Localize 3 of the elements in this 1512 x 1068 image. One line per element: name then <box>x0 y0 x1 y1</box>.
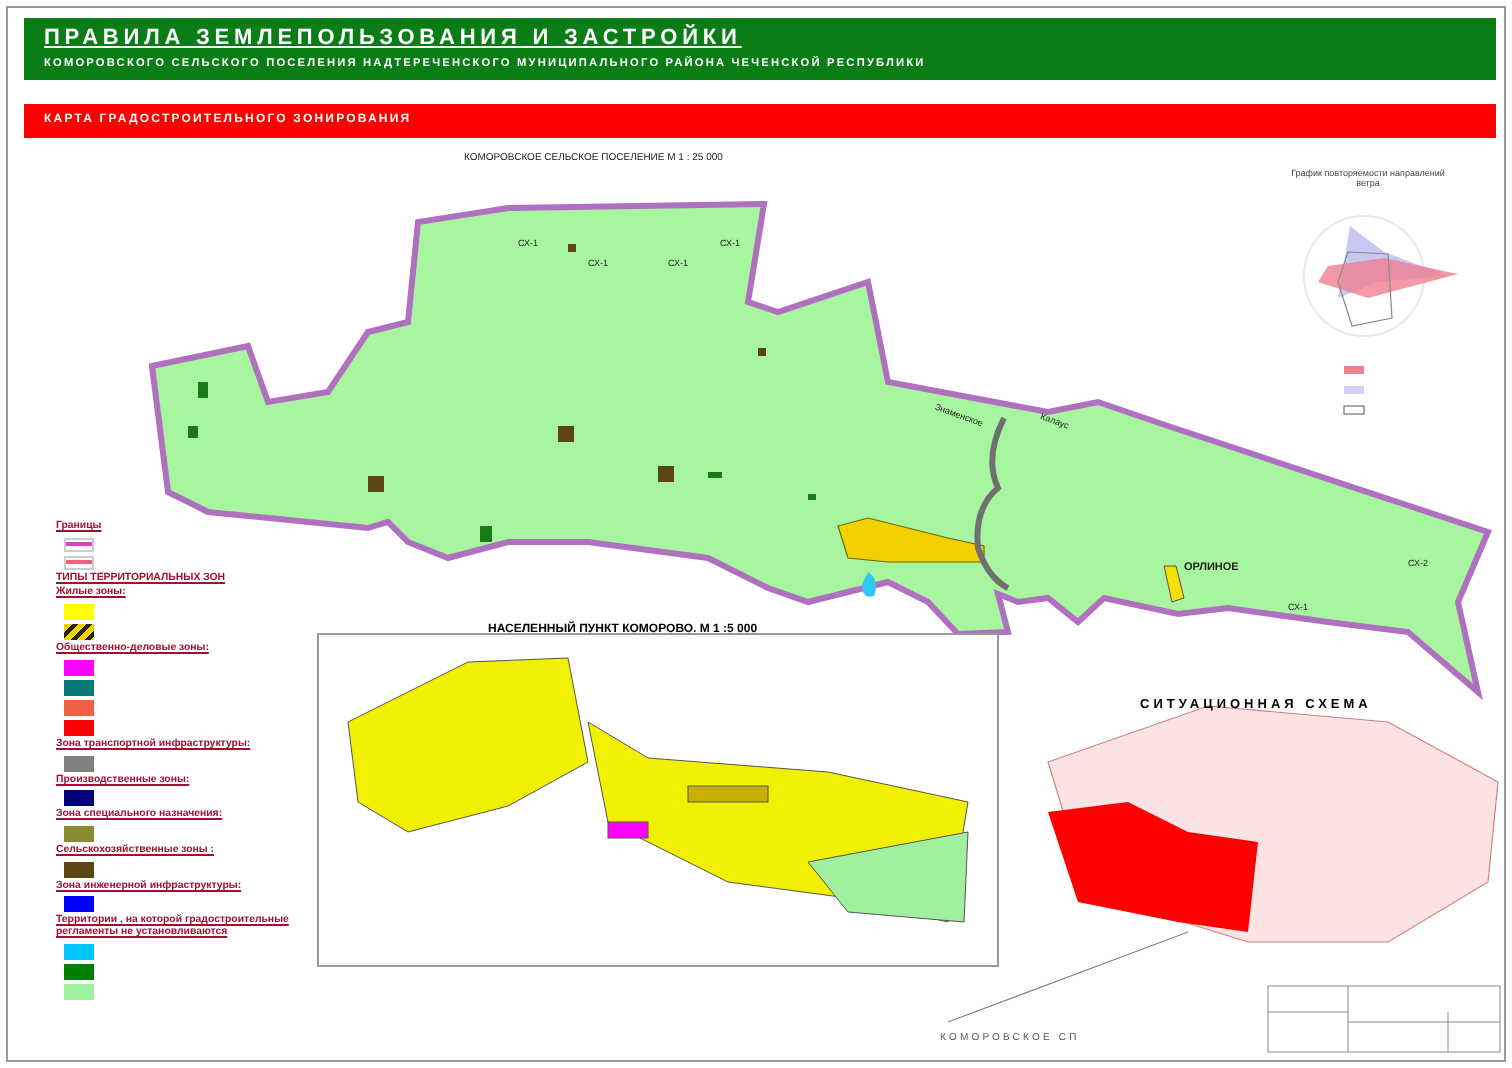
wind-legend-swatches <box>1343 366 1365 415</box>
document-title: ПРАВИЛА ЗЕМЛЕПОЛЬЗОВАНИЯ И ЗАСТРОЙКИ <box>44 26 744 51</box>
settlement-area <box>1163 565 1185 603</box>
